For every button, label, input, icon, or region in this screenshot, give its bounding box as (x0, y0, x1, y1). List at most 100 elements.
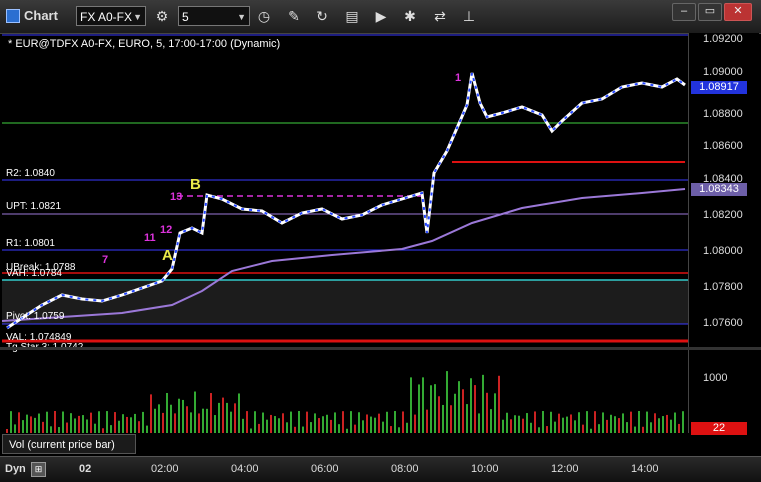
volume-bar (450, 405, 452, 433)
play-icon[interactable]: ▶ (370, 6, 392, 26)
volume-bar (22, 420, 24, 433)
volume-bar (50, 426, 52, 433)
axis-tick: 1.08800 (703, 108, 743, 120)
time-label: 10:00 (471, 463, 499, 475)
volume-bar (650, 422, 652, 433)
close-button[interactable]: ✕ (724, 3, 752, 21)
volume-bar (342, 411, 344, 433)
volume-bar (174, 413, 176, 433)
price-axis[interactable]: 1.09200 1.09000 1.08800 1.08600 1.08400 … (688, 33, 759, 347)
volume-bar (662, 416, 664, 433)
r2-label: R2: 1.0840 (6, 168, 55, 179)
volume-bar (18, 412, 20, 433)
volume-bar (306, 411, 308, 433)
volume-bar (310, 422, 312, 433)
volume-bar (486, 392, 488, 433)
pin-icon[interactable]: ⊥ (458, 6, 480, 26)
label-a: A (162, 247, 173, 264)
volume-legend[interactable]: Vol (current price bar) (2, 434, 136, 454)
volume-value-tag: 22 (691, 422, 747, 435)
volume-bar (250, 428, 252, 433)
volume-bar (6, 429, 8, 433)
volume-bar (542, 411, 544, 433)
volume-bar (582, 424, 584, 433)
count-1: 1 (455, 72, 461, 84)
volume-bar (510, 419, 512, 433)
volume-bar (494, 393, 496, 433)
volume-bar (518, 415, 520, 433)
volume-bar (230, 411, 232, 433)
volume-bar (594, 411, 596, 433)
volume-bar (458, 381, 460, 433)
volume-bar (26, 414, 28, 433)
ma-price-tag: 1.08343 (691, 183, 747, 196)
volume-bar (502, 419, 504, 433)
pivot-label: Pivot: 1.0759 (6, 311, 65, 322)
volume-bar (474, 385, 476, 433)
volume-bar (126, 416, 128, 433)
count-11: 11 (144, 232, 156, 244)
volume-axis[interactable]: 1000 22 (688, 350, 759, 435)
volume-bar (118, 420, 120, 433)
volume-bar (186, 406, 188, 433)
volume-bar (130, 417, 132, 433)
volume-bar (190, 412, 192, 433)
refresh-icon[interactable]: ↻ (311, 6, 333, 26)
window-title: Chart (24, 8, 58, 23)
volume-bar (318, 418, 320, 433)
price-chart: AB7111213111. (2, 34, 688, 343)
volume-bar (610, 414, 612, 433)
volume-bar (366, 414, 368, 433)
volume-bar (270, 414, 272, 433)
time-axis[interactable]: Dyn ⊞ 02 02:00 04:00 06:00 08:00 10:00 1… (0, 456, 761, 482)
volume-bar (334, 412, 336, 433)
volume-bar (570, 414, 572, 433)
axis-tick: 1.07600 (703, 317, 743, 329)
link-icon[interactable]: ⇄ (429, 6, 451, 26)
volume-bar (514, 415, 516, 433)
volume-bar (638, 411, 640, 433)
vah-label: VAH: 1.0784 (6, 268, 62, 279)
time-label: 02 (79, 463, 92, 475)
volume-bar (470, 378, 472, 433)
label-b: B (190, 176, 201, 193)
volume-bar (534, 411, 536, 433)
restore-button[interactable]: ▭ (698, 3, 722, 21)
axis-tick: 1.08000 (703, 245, 743, 257)
volume-bar (666, 414, 668, 433)
axis-tick: 1.07800 (703, 281, 743, 293)
volume-axis-tick: 1000 (703, 372, 728, 384)
volume-chart (6, 371, 684, 433)
volume-bar (566, 416, 568, 433)
count-12: 12 (160, 224, 172, 236)
volume-bar (262, 412, 264, 433)
volume-bar (430, 385, 432, 433)
volume-bar (194, 391, 196, 433)
volume-pane[interactable] (2, 350, 688, 433)
time-label: 02:00 (151, 463, 179, 475)
volume-bar (646, 411, 648, 433)
volume-bar (158, 404, 160, 433)
volume-bar (370, 416, 372, 433)
volume-bar (346, 428, 348, 433)
volume-bar (150, 394, 152, 433)
volume-bar (338, 424, 340, 433)
minimize-button[interactable]: – (672, 3, 696, 21)
chart-title: * EUR@TDFX A0-FX, EURO, 5, 17:00-17:00 (… (8, 38, 281, 50)
interval-combo[interactable]: 5 ▼ (178, 6, 250, 26)
gear-icon[interactable]: ⚙ (151, 6, 173, 26)
volume-bar (62, 411, 64, 433)
volume-bar (530, 422, 532, 433)
chart-settings-icon[interactable]: ▤ (341, 6, 363, 26)
time-label: 08:00 (391, 463, 419, 475)
wrench-icon[interactable]: ✱ (399, 6, 421, 26)
pencil-icon[interactable]: ✎ (283, 6, 305, 26)
symbol-combo[interactable]: FX A0-FX ▼ (76, 6, 146, 26)
price-pane[interactable]: AB7111213111. (2, 33, 688, 347)
axis-tick: 1.09200 (703, 33, 743, 45)
clock-icon[interactable]: ◷ (253, 6, 275, 26)
volume-bar (642, 426, 644, 433)
volume-bar (294, 426, 296, 433)
lock-icon[interactable]: ⊞ (31, 462, 46, 477)
volume-bar (278, 418, 280, 433)
